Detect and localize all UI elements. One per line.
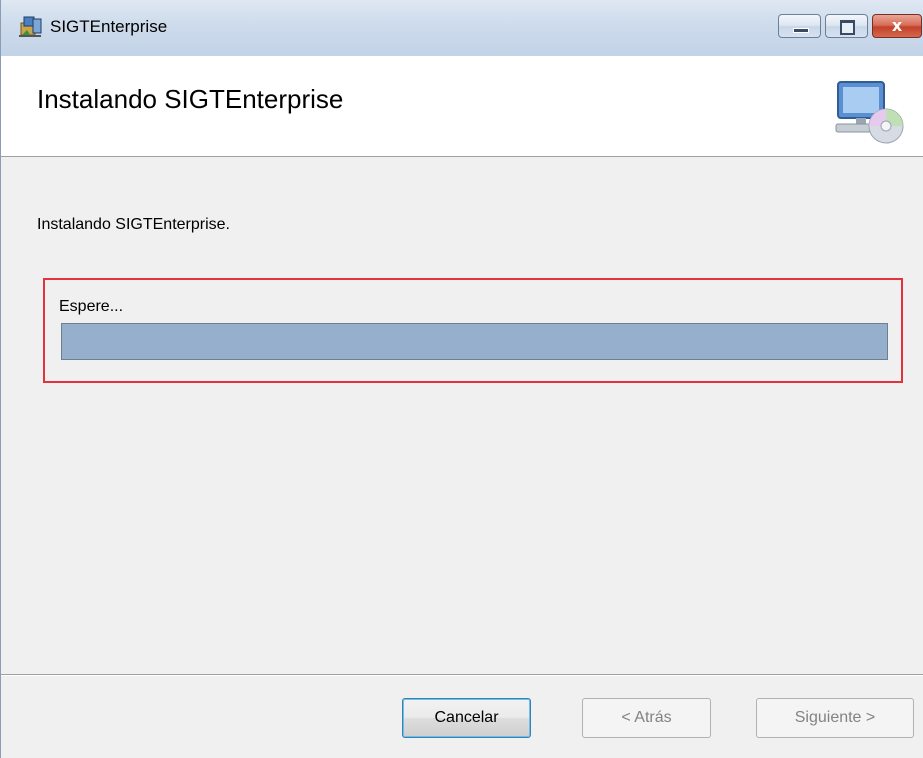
progress-label: Espere...: [59, 298, 124, 315]
page-title: Instalando SIGTEnterprise: [37, 84, 344, 114]
footer-divider: [1, 674, 923, 676]
window-title: SIGTEnterprise: [50, 17, 168, 36]
title-bar[interactable]: SIGTEnterprise x: [1, 0, 923, 56]
maximize-button[interactable]: [825, 14, 868, 38]
next-button[interactable]: Siguiente >: [756, 698, 914, 738]
minimize-button[interactable]: [778, 14, 821, 38]
computer-with-disc-icon: [835, 81, 904, 144]
status-text: Instalando SIGTEnterprise.: [37, 216, 230, 233]
caption-buttons: x: [774, 14, 922, 40]
close-button[interactable]: x: [872, 14, 922, 38]
installer-package-icon: [19, 16, 42, 37]
close-icon: x: [891, 16, 903, 35]
cancel-button[interactable]: Cancelar: [402, 698, 531, 738]
content-area: Instalando SIGTEnterprise. Espere...: [1, 157, 923, 672]
minimize-icon: [793, 28, 809, 33]
maximize-icon: [840, 20, 855, 35]
header-banner: Instalando SIGTEnterprise: [1, 56, 923, 157]
progress-bar: [61, 323, 888, 360]
progress-fill: [62, 324, 887, 359]
installer-window: SIGTEnterprise x Instalando SIGTEnterpri…: [0, 0, 923, 758]
progress-group: Espere...: [43, 278, 903, 383]
back-button[interactable]: < Atrás: [582, 698, 711, 738]
